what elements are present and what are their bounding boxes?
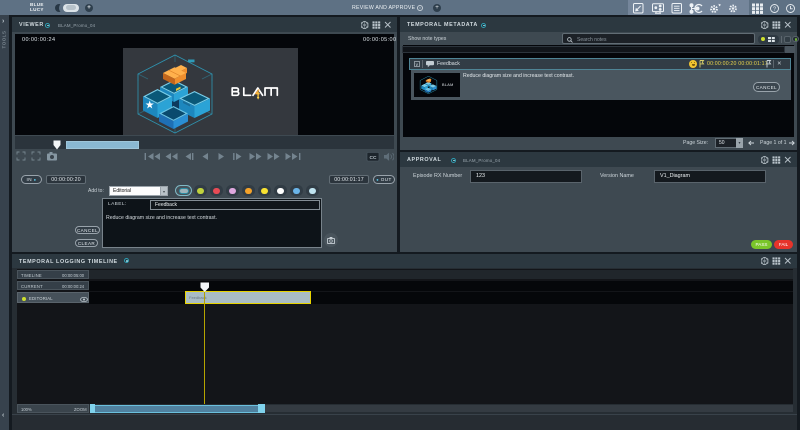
svg-text:?: ? (773, 6, 776, 12)
svg-text:CC: CC (370, 155, 377, 161)
